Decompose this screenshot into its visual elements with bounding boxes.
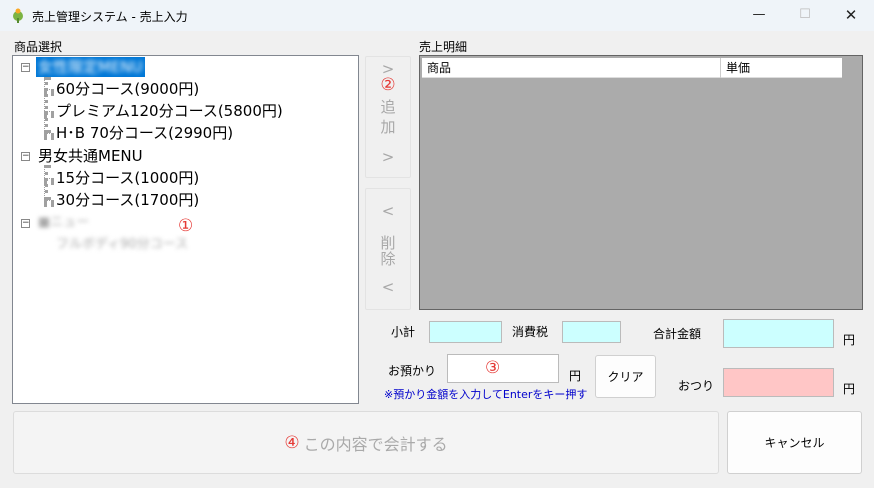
maximize-button[interactable]: ☐ — [782, 0, 828, 31]
add-button[interactable]: > ② 追 加 > — [365, 56, 411, 178]
change-field — [723, 368, 834, 397]
tax-field — [562, 321, 621, 343]
annotation-marker-2: ② — [380, 75, 396, 95]
tree-node-item[interactable]: 60分コース(9000円) — [56, 79, 199, 99]
tree-node-group-2[interactable]: 男女共通MENU — [38, 146, 143, 166]
deposit-label: お預かり — [388, 364, 437, 378]
change-yen-label: 円 — [843, 382, 856, 396]
tree-connector — [44, 77, 48, 133]
add-button-char: 加 — [380, 118, 396, 136]
tree-node-group-3[interactable]: ■ニュー — [38, 213, 89, 233]
delete-arrow-bottom-icon: < — [381, 278, 395, 296]
tree-connector — [44, 165, 48, 200]
total-yen-label: 円 — [843, 333, 856, 347]
product-section-label: 商品選択 — [14, 40, 63, 54]
tree-connector — [44, 200, 54, 204]
tree-node-item[interactable]: プレミアム120分コース(5800円) — [56, 101, 283, 121]
close-button[interactable]: ✕ — [828, 0, 874, 31]
sales-detail-grid[interactable]: 商品 単価 — [419, 55, 863, 310]
annotation-marker-3: ③ — [485, 358, 501, 378]
column-header-price[interactable]: 単価 — [721, 58, 842, 78]
tree-connector — [44, 178, 54, 182]
deposit-yen-label: 円 — [569, 369, 582, 383]
tree-connector — [44, 89, 54, 93]
cancel-button[interactable]: キャンセル — [727, 411, 862, 474]
tree-node-item[interactable]: 30分コース(1700円) — [56, 190, 199, 210]
tree-node-group-1[interactable]: 女性限定MENU — [36, 57, 145, 77]
checkout-button[interactable]: ④ この内容で会計する — [13, 411, 719, 474]
tree-toggle-group-1[interactable]: − — [21, 63, 30, 72]
column-header-product[interactable]: 商品 — [422, 58, 721, 78]
subtotal-field — [429, 321, 502, 343]
tree-connector — [44, 133, 54, 137]
deposit-hint: ※預かり金額を入力してEnterをキー押す — [384, 388, 588, 401]
title-bar: 売上管理システム - 売上入力 — ☐ ✕ — [0, 0, 874, 31]
minimize-button[interactable]: — — [736, 0, 782, 31]
tree-connector — [44, 111, 54, 115]
delete-button[interactable]: < 削 除 < — [365, 188, 411, 310]
sales-detail-label: 売上明細 — [419, 40, 468, 54]
tree-node-group-1-label: 女性限定MENU — [38, 58, 143, 76]
tree-toggle-group-3[interactable]: − — [21, 219, 30, 228]
tree-node-item[interactable]: 15分コース(1000円) — [56, 168, 199, 188]
add-arrow-bottom-icon: > — [381, 148, 395, 166]
subtotal-label: 小計 — [391, 325, 416, 339]
tax-label: 消費税 — [512, 325, 549, 339]
window-title: 売上管理システム - 売上入力 — [32, 10, 188, 24]
tree-node-item[interactable]: フルボディ90分コース — [56, 235, 188, 255]
deposit-input[interactable]: ③ — [447, 354, 559, 383]
product-tree[interactable]: − 女性限定MENU 60分コース(9000円) プレミアム120分コース(58… — [12, 55, 359, 404]
app-icon — [13, 8, 23, 23]
annotation-marker-1: ① — [178, 216, 194, 236]
checkout-button-label: この内容で会計する — [303, 434, 448, 454]
total-label: 合計金額 — [653, 327, 702, 341]
clear-button[interactable]: クリア — [595, 355, 656, 398]
change-label: おつり — [678, 379, 715, 393]
tree-node-item[interactable]: H･B 70分コース(2990円) — [56, 123, 233, 143]
grid-header: 商品 単価 — [422, 58, 842, 78]
total-field — [723, 319, 834, 348]
tree-toggle-group-2[interactable]: − — [21, 152, 30, 161]
add-button-char: 追 — [380, 98, 396, 116]
delete-button-char: 除 — [380, 250, 396, 268]
annotation-marker-4: ④ — [284, 432, 300, 453]
delete-arrow-top-icon: < — [381, 202, 395, 220]
